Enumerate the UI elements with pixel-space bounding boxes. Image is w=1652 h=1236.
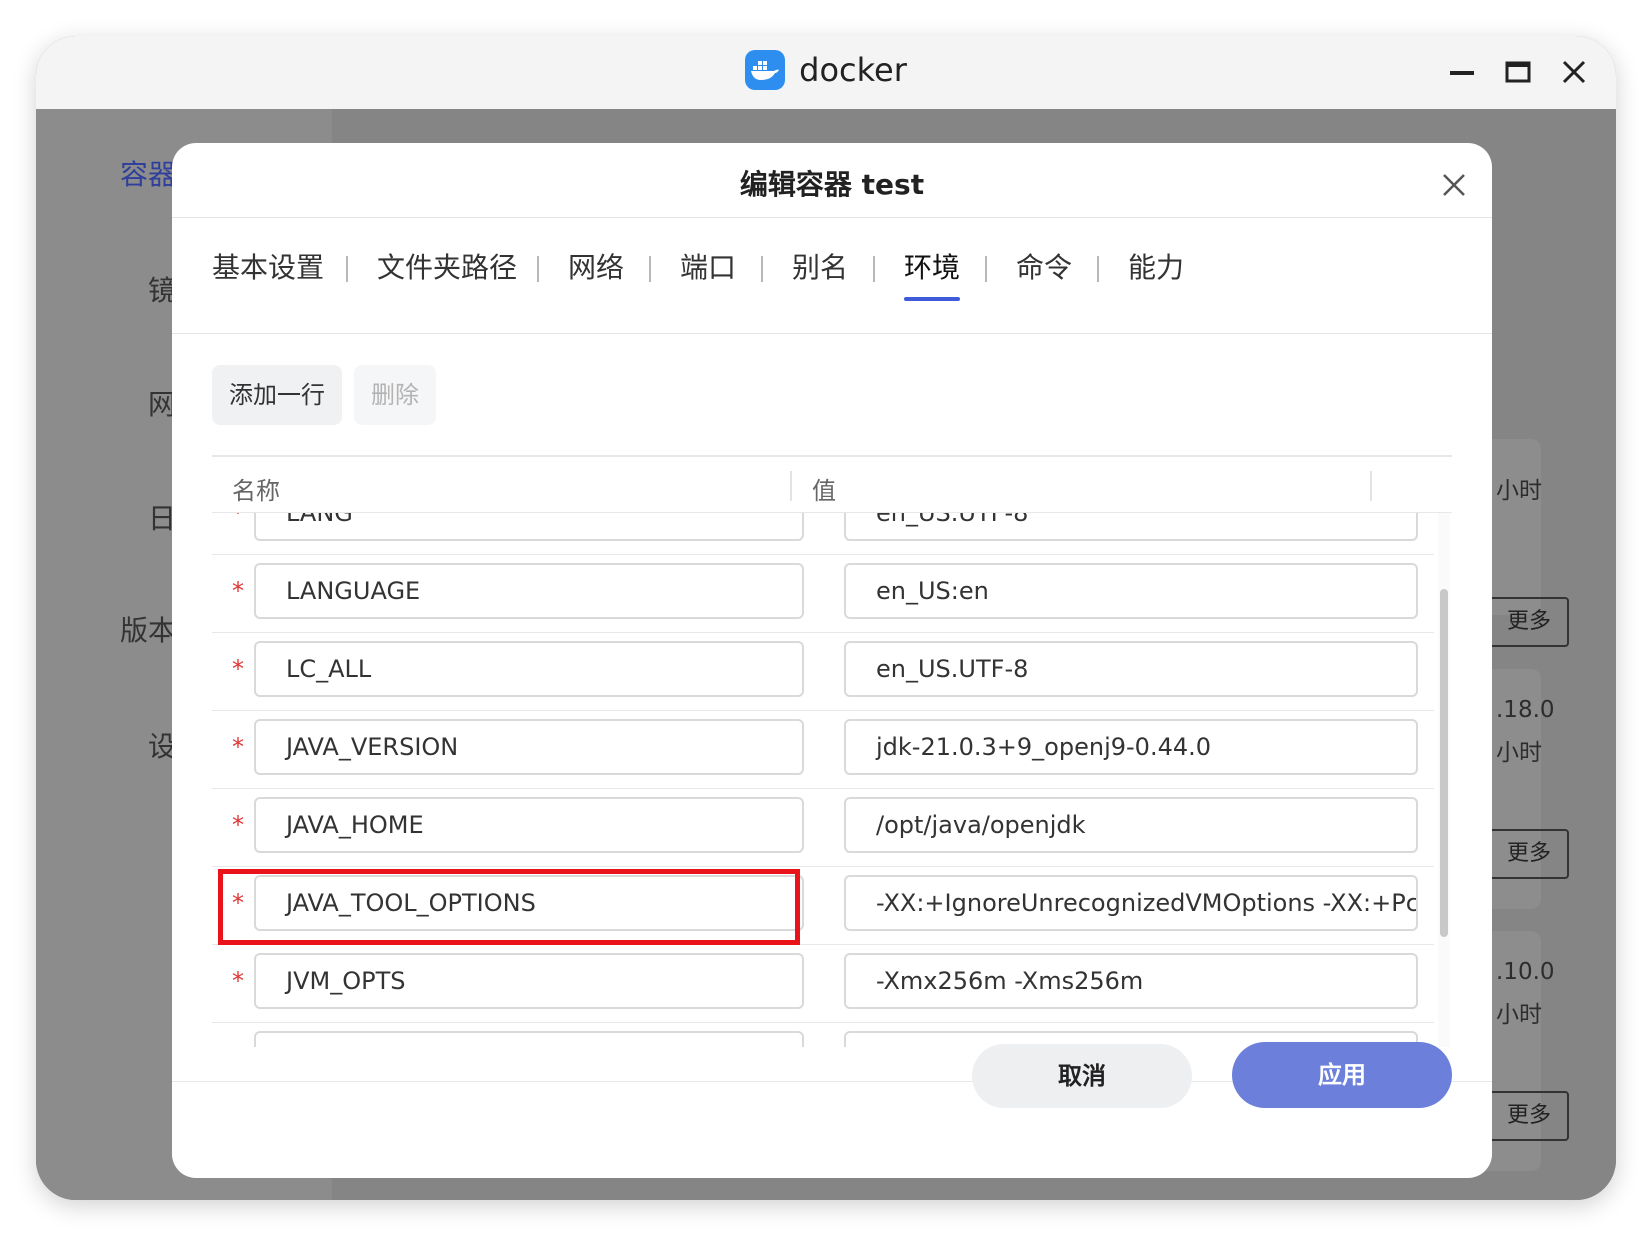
apply-button[interactable]: 应用: [1232, 1042, 1452, 1108]
tab-separator: [346, 256, 348, 282]
tab-alias[interactable]: 别名: [792, 246, 848, 286]
required-mark: *: [232, 577, 244, 605]
column-separator: [790, 471, 792, 501]
edit-container-dialog: 编辑容器 test 基本设置 文件夹路径 网络 端口 别名 环境 命令 能力 添…: [172, 143, 1492, 1178]
env-value-input[interactable]: en_US:en: [844, 563, 1418, 619]
tab-separator: [1097, 256, 1099, 282]
app-title: docker: [36, 50, 1616, 90]
docker-whale-icon: [745, 50, 786, 90]
tab-network[interactable]: 网络: [568, 246, 624, 286]
background-more-button: 更多: [1489, 1091, 1569, 1141]
required-mark: *: [232, 655, 244, 683]
table-row: [212, 1019, 1434, 1047]
background-card-text: 小时: [1496, 740, 1542, 766]
env-value-input[interactable]: -Xmx256m -Xms256m: [844, 953, 1418, 1009]
dialog-title: 编辑容器 test: [739, 168, 925, 201]
env-name-input[interactable]: JAVA_TOOL_OPTIONS: [254, 875, 804, 931]
tab-command[interactable]: 命令: [1016, 246, 1072, 286]
background-more-button: 更多: [1489, 829, 1569, 879]
tab-bar: 基本设置 文件夹路径 网络 端口 别名 环境 命令 能力: [212, 218, 1452, 334]
env-table: 名称 值 * LANG en_US.UTF-8 * LANGUAGE en_US…: [212, 455, 1452, 1047]
title-bar: docker: [36, 36, 1616, 109]
env-name-input[interactable]: JVM_OPTS: [254, 953, 804, 1009]
table-row: * LC_ALL en_US.UTF-8: [212, 629, 1434, 711]
tab-folder-path[interactable]: 文件夹路径: [377, 246, 517, 286]
tabs-divider: [172, 333, 1492, 334]
background-card-text: .10.0: [1496, 959, 1555, 985]
required-mark: *: [232, 967, 244, 995]
required-mark: *: [232, 733, 244, 761]
tab-separator: [537, 256, 539, 282]
background-more-button: 更多: [1489, 597, 1569, 647]
tab-port[interactable]: 端口: [680, 246, 736, 286]
dialog-header: 编辑容器 test: [172, 143, 1492, 218]
tab-environment[interactable]: 环境: [904, 246, 960, 286]
scrollbar-thumb[interactable]: [1440, 589, 1448, 937]
env-name-input[interactable]: LANGUAGE: [254, 563, 804, 619]
cancel-button[interactable]: 取消: [972, 1044, 1192, 1108]
tab-separator: [873, 256, 875, 282]
tab-capabilities[interactable]: 能力: [1128, 246, 1184, 286]
env-value-input[interactable]: jdk-21.0.3+9_openj9-0.44.0: [844, 719, 1418, 775]
env-name-input[interactable]: JAVA_VERSION: [254, 719, 804, 775]
column-separator: [1370, 471, 1372, 501]
table-row: * LANGUAGE en_US:en: [212, 551, 1434, 633]
env-value-input[interactable]: en_US.UTF-8: [844, 641, 1418, 697]
active-tab-indicator: [904, 297, 960, 301]
delete-button[interactable]: 删除: [354, 365, 436, 425]
table-row: * JAVA_VERSION jdk-21.0.3+9_openj9-0.44.…: [212, 707, 1434, 789]
env-name-input[interactable]: JAVA_HOME: [254, 797, 804, 853]
close-icon[interactable]: [1554, 52, 1594, 92]
minimize-icon[interactable]: [1442, 52, 1482, 92]
background-card-text: .18.0: [1496, 697, 1555, 723]
table-row: * JAVA_HOME /opt/java/openjdk: [212, 785, 1434, 867]
background-card-text: 小时: [1496, 478, 1542, 504]
env-value-input[interactable]: -XX:+IgnoreUnrecognizedVMOptions -XX:+Pc: [844, 875, 1418, 931]
env-name-input[interactable]: LC_ALL: [254, 641, 804, 697]
tab-basic-settings[interactable]: 基本设置: [212, 246, 324, 286]
tab-separator: [985, 256, 987, 282]
maximize-icon[interactable]: [1498, 52, 1538, 92]
dialog-close-icon[interactable]: [1436, 167, 1472, 203]
app-name: docker: [799, 51, 907, 89]
sidebar-item-containers: 容器: [120, 158, 177, 191]
tab-separator: [761, 256, 763, 282]
add-row-button[interactable]: 添加一行: [212, 365, 342, 425]
sidebar-item-version: 版本: [120, 614, 177, 647]
table-row: * JAVA_TOOL_OPTIONS -XX:+IgnoreUnrecogni…: [212, 863, 1434, 945]
tab-separator: [649, 256, 651, 282]
env-value-input[interactable]: /opt/java/openjdk: [844, 797, 1418, 853]
required-mark: *: [232, 889, 244, 917]
table-scrollbar[interactable]: [1438, 513, 1450, 1047]
table-row: * JVM_OPTS -Xmx256m -Xms256m: [212, 941, 1434, 1023]
table-header: 名称 值: [212, 455, 1452, 513]
env-name-input[interactable]: [254, 1031, 804, 1047]
background-card-text: 小时: [1496, 1002, 1542, 1028]
column-header-name: 名称: [232, 477, 280, 505]
required-mark: *: [232, 811, 244, 839]
column-header-value: 值: [812, 477, 836, 505]
